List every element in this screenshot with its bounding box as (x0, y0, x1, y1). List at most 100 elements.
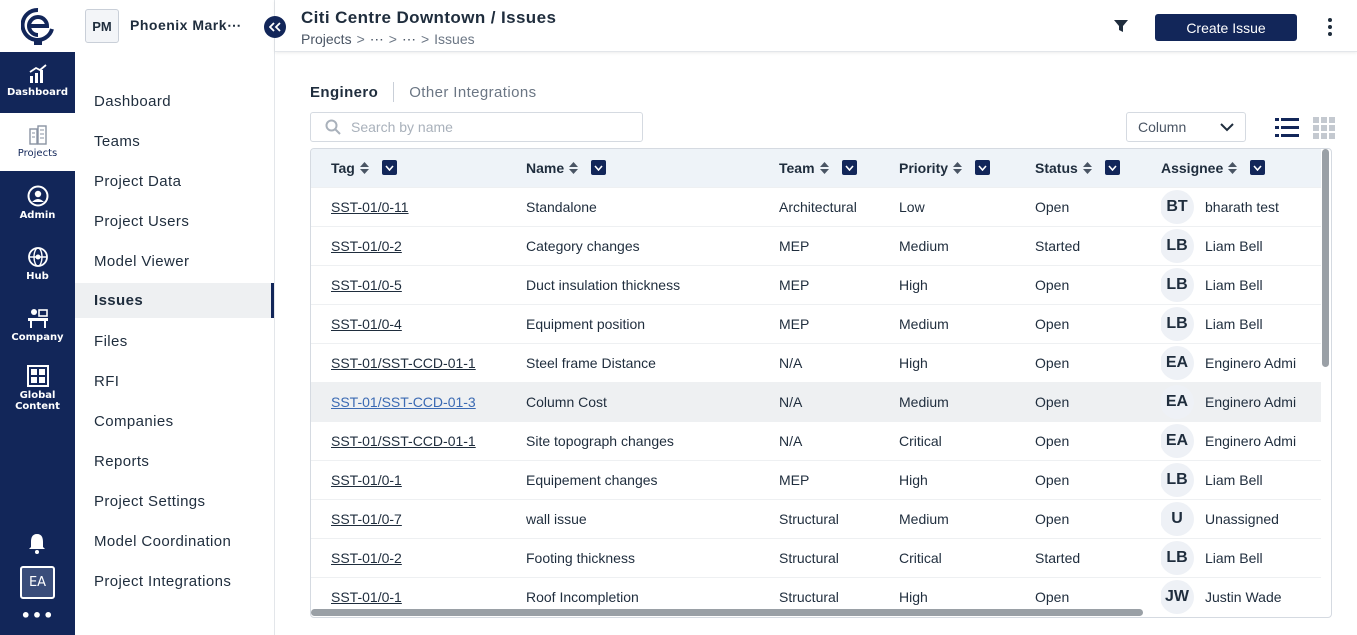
sort-icon[interactable] (569, 161, 579, 174)
table-row[interactable]: SST-01/SST-CCD-01-1 Steel frame Distance… (311, 343, 1321, 382)
issue-tag-link[interactable]: SST-01/SST-CCD-01-3 (331, 394, 476, 410)
nav-item-teams[interactable]: Teams (75, 121, 275, 161)
nav-item-project-data[interactable]: Project Data (75, 161, 275, 201)
assignee-name: Liam Bell (1205, 276, 1263, 293)
horizontal-scrollbar[interactable] (311, 609, 1143, 616)
cell-assignee: JW Justin Wade (1161, 577, 1321, 616)
rail-item-company[interactable]: Company (0, 296, 75, 354)
column-header-team[interactable]: Team (779, 149, 899, 187)
table-row[interactable]: SST-01/0-7 wall issue Structural Medium … (311, 499, 1321, 538)
table-row[interactable]: SST-01/0-2 Footing thickness Structural … (311, 538, 1321, 577)
nav-item-issues[interactable]: Issues (75, 283, 274, 318)
list-view-icon[interactable] (1275, 117, 1299, 139)
nav-item-rfi[interactable]: RFI (75, 361, 275, 401)
cell-status: Started (1035, 237, 1081, 254)
nav-item-files[interactable]: Files (75, 321, 275, 361)
nav-item-companies[interactable]: Companies (75, 401, 275, 441)
issue-tag-link[interactable]: SST-01/0-7 (331, 511, 402, 527)
column-header-status[interactable]: Status (1035, 149, 1161, 187)
rail-item-admin[interactable]: Admin (0, 174, 75, 232)
column-menu-button[interactable] (381, 160, 397, 176)
issue-tag-link[interactable]: SST-01/SST-CCD-01-1 (331, 355, 476, 371)
nav-item-model-coordination[interactable]: Model Coordination (75, 521, 275, 561)
rail-label-projects: Projects (17, 148, 58, 159)
globe-icon (27, 247, 48, 267)
issue-tag-link[interactable]: SST-01/0-5 (331, 277, 402, 293)
rail-more-button[interactable]: ••• (0, 606, 75, 625)
cell-assignee: EA Enginero Admi (1161, 382, 1321, 421)
column-header-priority[interactable]: Priority (899, 149, 1035, 187)
nav-item-model-viewer[interactable]: Model Viewer (75, 241, 275, 281)
sort-icon[interactable] (953, 161, 963, 174)
tab-enginero[interactable]: Enginero (310, 84, 378, 101)
cell-team: MEP (779, 237, 810, 254)
issue-tag-link[interactable]: SST-01/SST-CCD-01-1 (331, 433, 476, 449)
nav-item-project-settings[interactable]: Project Settings (75, 481, 275, 521)
project-switcher[interactable]: PM Phoenix Mark⋯ (75, 0, 275, 52)
breadcrumb-separator: > (356, 31, 365, 47)
breadcrumb-projects[interactable]: Projects (301, 31, 352, 48)
assignee-name: Unassigned (1205, 510, 1279, 527)
column-label-status: Status (1035, 159, 1078, 176)
page-title: Citi Centre Downtown / Issues (301, 8, 557, 27)
user-avatar[interactable]: EA (20, 566, 55, 599)
column-menu-button[interactable] (841, 160, 857, 176)
nav-item-project-users[interactable]: Project Users (75, 201, 275, 241)
table-row[interactable]: SST-01/SST-CCD-01-1 Site topograph chang… (311, 421, 1321, 460)
sort-icon[interactable] (1228, 161, 1238, 174)
table-row[interactable]: SST-01/0-2 Category changes MEP Medium S… (311, 226, 1321, 265)
cell-team: N/A (779, 354, 803, 371)
app-logo[interactable] (0, 0, 75, 52)
rail-item-projects[interactable]: Projects (0, 113, 75, 171)
issue-tag-link[interactable]: SST-01/0-2 (331, 550, 402, 566)
sort-icon[interactable] (819, 161, 829, 174)
sort-icon[interactable] (359, 161, 369, 174)
assignee-name: Enginero Admi (1205, 432, 1297, 449)
chevron-down-icon (978, 165, 987, 171)
breadcrumb: Projects > ⋯ > ⋯ > Issues (301, 31, 475, 48)
table-row[interactable]: SST-01/0-1 Equipement changes MEP High O… (311, 460, 1321, 499)
bell-icon[interactable] (25, 531, 49, 555)
issue-tag-link[interactable]: SST-01/0-2 (331, 238, 402, 254)
grid-view-icon[interactable] (1313, 117, 1337, 139)
search-box (310, 112, 643, 142)
column-header-name[interactable]: Name (526, 149, 779, 187)
breadcrumb-collapsed-2[interactable]: ⋯ (402, 31, 416, 48)
project-sidebar: PM Phoenix Mark⋯ Dashboard Teams Project… (75, 0, 286, 635)
nav-item-project-integrations[interactable]: Project Integrations (75, 561, 275, 601)
vertical-scrollbar[interactable] (1322, 149, 1329, 367)
column-menu-button[interactable] (1250, 160, 1266, 176)
column-menu-button[interactable] (1104, 160, 1120, 176)
search-input[interactable] (351, 119, 631, 135)
column-menu-button[interactable] (591, 160, 607, 176)
rail-item-dashboard[interactable]: Dashboard (0, 52, 75, 110)
breadcrumb-collapsed-1[interactable]: ⋯ (370, 31, 384, 48)
rail-label-admin: Admin (19, 210, 56, 221)
table-row[interactable]: SST-01/0-5 Duct insulation thickness MEP… (311, 265, 1321, 304)
view-mode-select[interactable]: Column (1126, 112, 1246, 142)
kebab-menu-icon[interactable] (1327, 17, 1333, 37)
table-row[interactable]: SST-01/0-4 Equipment position MEP Medium… (311, 304, 1321, 343)
double-chevron-left-icon (269, 22, 281, 32)
table-row[interactable]: SST-01/0-11 Standalone Architectural Low… (311, 187, 1321, 226)
filter-icon[interactable] (1113, 18, 1129, 34)
table-row[interactable]: SST-01/SST-CCD-01-3 Column Cost N/A Medi… (311, 382, 1321, 421)
column-menu-button[interactable] (975, 160, 991, 176)
assignee-name: Liam Bell (1205, 549, 1263, 566)
rail-item-global-content[interactable]: Global Content (0, 357, 75, 419)
issue-tag-link[interactable]: SST-01/0-4 (331, 316, 402, 332)
nav-item-dashboard[interactable]: Dashboard (75, 81, 275, 121)
rail-item-hub[interactable]: Hub (0, 235, 75, 293)
column-label-tag: Tag (331, 159, 355, 176)
sort-icon[interactable] (1082, 161, 1092, 174)
nav-item-reports[interactable]: Reports (75, 441, 275, 481)
column-header-tag[interactable]: Tag (311, 149, 526, 187)
issue-tag-link[interactable]: SST-01/0-1 (331, 589, 402, 605)
chevron-down-icon (1253, 165, 1262, 171)
column-header-assignee[interactable]: Assignee (1161, 149, 1321, 187)
collapse-sidebar-button[interactable] (264, 16, 286, 38)
issue-tag-link[interactable]: SST-01/0-11 (331, 199, 409, 215)
issue-tag-link[interactable]: SST-01/0-1 (331, 472, 402, 488)
create-issue-button[interactable]: Create Issue (1155, 14, 1297, 41)
tab-other-integrations[interactable]: Other Integrations (409, 84, 536, 101)
